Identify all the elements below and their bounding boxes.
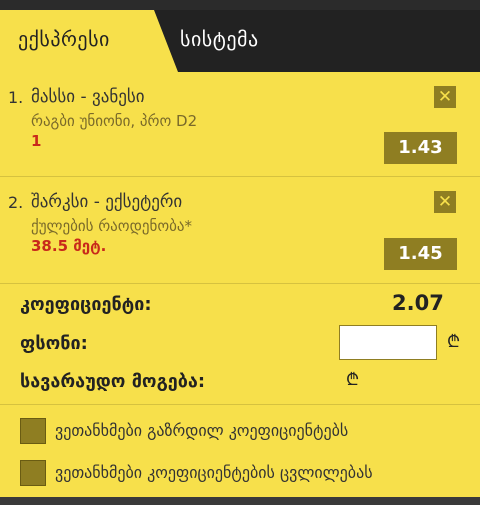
tab-system[interactable]: სისტემა [178, 10, 480, 72]
stake-label: ფსონი: [20, 333, 88, 354]
bet-pick: 1 [31, 132, 42, 150]
bottom-bar [0, 497, 480, 505]
bet-index: 2. [8, 193, 24, 212]
bet-match: მასსი - ვანესი [31, 87, 145, 107]
bet-summary: კოეფიციენტი: 2.07 ფსონი: ₾ სავარაუდო მოგ… [0, 284, 480, 405]
accept-changes-label: ვეთანხმები კოეფიციენტების ცვლილებას [55, 463, 373, 482]
bet-item: 1. მასსი - ვანესი რაგბი უნიონი, პრო D2 1… [0, 72, 480, 177]
close-icon[interactable]: ✕ [434, 191, 456, 213]
potential-win-label: სავარაუდო მოგება: [20, 371, 206, 392]
accept-changes-checkbox[interactable] [20, 460, 46, 486]
close-icon[interactable]: ✕ [434, 86, 456, 108]
betslip-content: 1. მასსი - ვანესი რაგბი უნიონი, პრო D2 1… [0, 72, 480, 497]
bet-market: რაგბი უნიონი, პრო D2 [31, 112, 198, 130]
bet-index: 1. [8, 88, 24, 107]
accept-increased-label: ვეთანხმები გაზრდილ კოეფიციენტებს [55, 421, 349, 440]
total-coef-label: კოეფიციენტი: [20, 294, 152, 315]
accept-options: ვეთანხმები გაზრდილ კოეფიციენტებს ვეთანხმ… [0, 405, 480, 497]
bet-pick: 38.5 მეტ. [31, 237, 107, 255]
bet-match: შარკსი - ექსეტერი [31, 192, 183, 212]
accept-increased-checkbox[interactable] [20, 418, 46, 444]
lari-currency-icon: ₾ [346, 370, 360, 390]
total-coef-value: 2.07 [392, 291, 444, 315]
top-bar [0, 0, 480, 10]
accept-increased-option[interactable]: ვეთანხმები გაზრდილ კოეფიციენტებს [0, 415, 480, 455]
tab-express[interactable]: ექსპრესი [0, 10, 178, 72]
tab-express-label: ექსპრესი [18, 27, 110, 51]
bet-market: ქულების რაოდენობა* [31, 217, 192, 235]
lari-currency-icon: ₾ [447, 332, 461, 352]
betslip-tabs: ექსპრესი სისტემა [0, 10, 480, 72]
accept-changes-option[interactable]: ვეთანხმები კოეფიციენტების ცვლილებას [0, 457, 480, 497]
tab-system-label: სისტემა [180, 27, 259, 51]
stake-input[interactable] [339, 325, 437, 360]
bet-odds: 1.45 [384, 238, 457, 270]
betslip: ექსპრესი სისტემა 1. მასსი - ვანესი რაგბი… [0, 0, 480, 505]
bet-odds: 1.43 [384, 132, 457, 164]
bet-item: 2. შარკსი - ექსეტერი ქულების რაოდენობა* … [0, 177, 480, 284]
